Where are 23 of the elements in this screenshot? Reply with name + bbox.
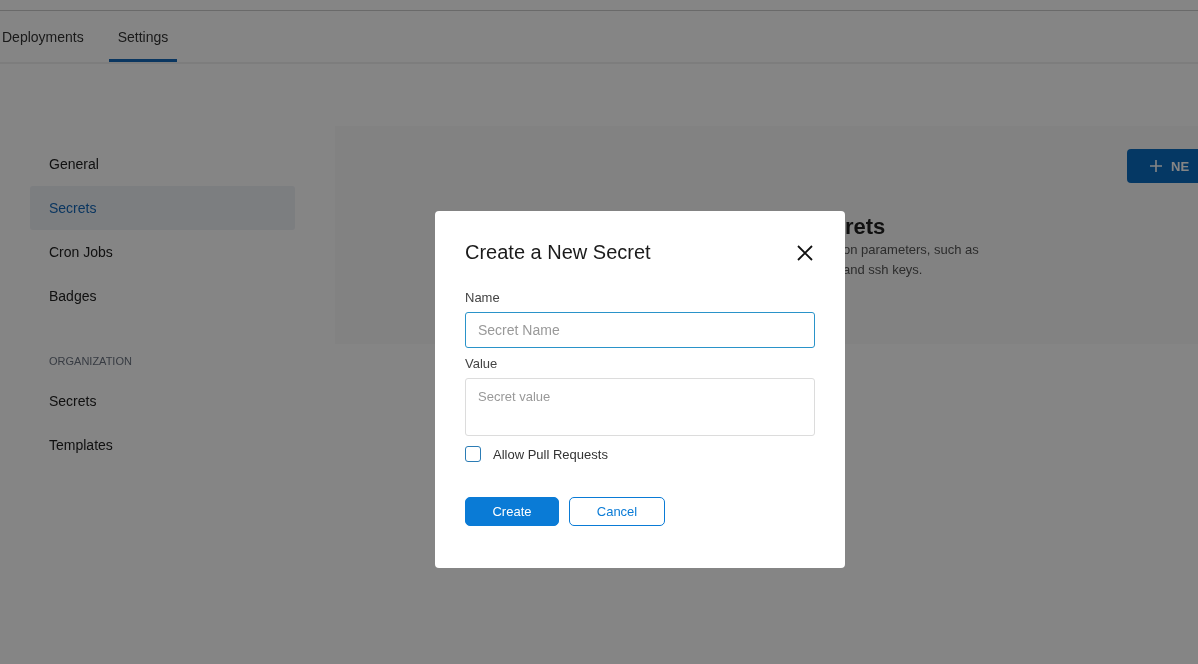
close-icon	[795, 242, 815, 263]
card-title: rets	[845, 214, 887, 240]
field-label: Value	[465, 356, 499, 371]
sidebar-item[interactable]: Badges	[30, 274, 295, 318]
sidebar-item[interactable]: Secrets	[30, 186, 295, 230]
section-heading: ORGANIZATION	[48, 354, 133, 369]
cancel-button[interactable]: Cancel	[569, 497, 665, 526]
sidebar-item[interactable]: Cron Jobs	[30, 230, 295, 274]
field-label: Name	[465, 290, 501, 305]
tab[interactable]: Settings	[108, 11, 178, 62]
plus-icon	[1149, 159, 1163, 173]
name-field[interactable]: Secret Name	[465, 312, 815, 348]
dialog-title: Create a New Secret	[465, 241, 651, 264]
checkbox[interactable]	[465, 446, 481, 462]
value-field[interactable]: Secret value	[465, 378, 815, 436]
close-button[interactable]	[795, 242, 815, 263]
create-button[interactable]: Create	[465, 497, 559, 526]
sidebar-item[interactable]: Templates	[30, 423, 295, 467]
checkbox-label: Allow Pull Requests	[493, 446, 608, 462]
sidebar-item[interactable]: General	[30, 142, 295, 186]
tab[interactable]: Deployments	[0, 11, 93, 62]
sidebar-item[interactable]: Secrets	[30, 379, 295, 423]
new-button[interactable]: NE	[1127, 149, 1198, 183]
